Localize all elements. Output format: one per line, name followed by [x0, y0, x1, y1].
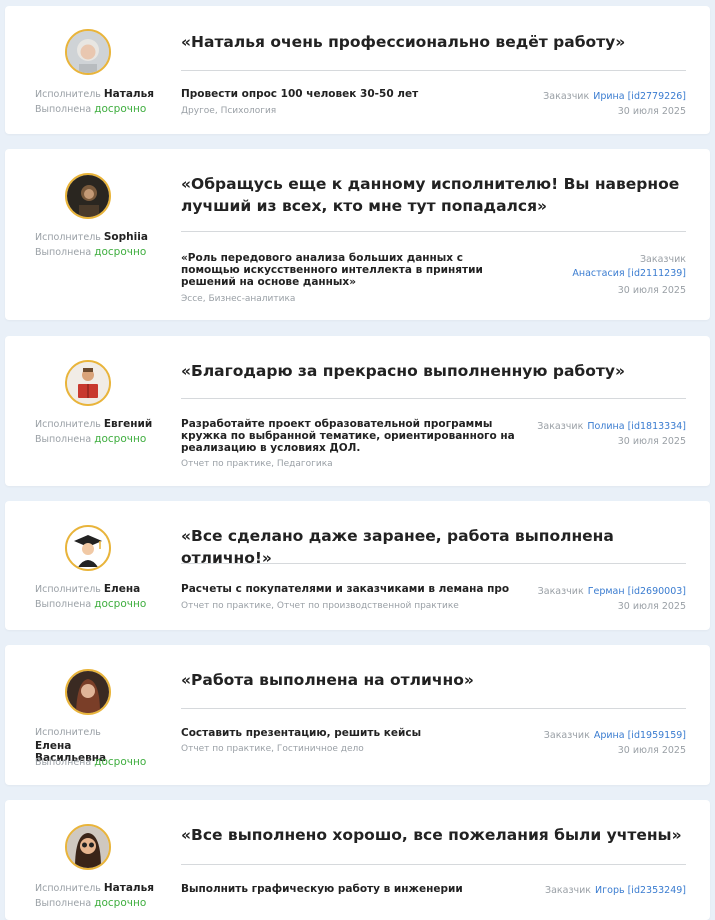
status-value: досрочно	[94, 103, 147, 115]
task-title[interactable]: Провести опрос 100 человек 30-50 лет	[181, 88, 526, 100]
executor-label: Исполнитель	[35, 232, 101, 243]
dark-portrait-icon	[67, 175, 109, 217]
status-label: Выполнена	[35, 247, 92, 258]
executor-label: Исполнитель	[35, 419, 101, 430]
customer-link[interactable]: Арина [id1959159]	[594, 730, 686, 741]
review-date: 30 июля 2025	[617, 601, 686, 612]
executor-label: Исполнитель	[35, 883, 101, 894]
avatar[interactable]	[65, 824, 111, 870]
executor-row: Исполнитель Елена	[35, 582, 145, 597]
executor-row: Исполнитель	[35, 725, 145, 740]
status-row: Выполнена досрочно	[35, 102, 147, 117]
customer-link[interactable]: Анастасия [id2111239]	[572, 267, 686, 281]
review-date: 30 июля 2025	[617, 745, 686, 756]
review-quote: «Работа выполнена на отлично»	[181, 671, 474, 689]
customer-label: Заказчик	[537, 421, 584, 432]
task-title[interactable]: Разработайте проект образовательной прог…	[181, 418, 526, 454]
status-value: досрочно	[94, 246, 147, 258]
status-row: Выполнена досрочно	[35, 896, 147, 911]
customer-row: Заказчик Полина [id1813334]	[537, 420, 686, 434]
executor-row: Исполнитель Наталья	[35, 881, 154, 896]
task-title[interactable]: Выполнить графическую работу в инженерии	[181, 883, 526, 895]
task-title[interactable]: Расчеты с покупателями и заказчиками в л…	[181, 583, 526, 595]
customer-label: Заказчик	[639, 254, 686, 265]
review-card: Исполнитель Елена Выполнена досрочно «Все …	[5, 501, 710, 630]
executor-row: Исполнитель Sophiia	[35, 230, 148, 245]
status-row: Выполнена досрочно	[35, 755, 147, 770]
review-quote: «Наталья очень профессионально ведёт раб…	[181, 33, 626, 51]
cartoon-woman-icon	[67, 826, 109, 868]
customer-link[interactable]: Ирина [id2779226]	[593, 91, 686, 102]
status-value: досрочно	[94, 897, 147, 909]
status-row: Выполнена досрочно	[35, 432, 147, 447]
executor-row: Исполнитель Наталья	[35, 87, 154, 102]
status-row: Выполнена досрочно	[35, 597, 147, 612]
task-title[interactable]: Составить презентацию, решить кейсы	[181, 727, 526, 739]
divider	[181, 398, 686, 399]
review-card: Исполнитель Sophiia Выполнена досрочно «Об…	[5, 149, 710, 320]
status-label: Выполнена	[35, 599, 92, 610]
customer-row: Заказчик Герман [id2690003]	[538, 585, 686, 599]
review-quote: «Благодарю за прекрасно выполненную рабо…	[181, 362, 625, 380]
customer-link[interactable]: Полина [id1813334]	[587, 421, 686, 432]
status-value: досрочно	[94, 433, 147, 445]
avatar[interactable]	[65, 525, 111, 571]
customer-row: Заказчик Анастасия [id2111239]	[572, 253, 686, 281]
woman-photo-icon	[67, 671, 109, 713]
executor-name[interactable]: Елена	[104, 583, 140, 595]
reviews-list: Исполнитель Наталья Выполнена досрочно «На…	[0, 0, 715, 920]
gray-hair-woman-icon	[67, 31, 109, 73]
customer-label: Заказчик	[537, 586, 584, 597]
executor-row: Исполнитель Евгений	[35, 417, 152, 432]
customer-link[interactable]: Игорь [id2353249]	[595, 885, 686, 896]
review-quote: «Обращусь еще к данному исполнителю! Вы …	[181, 175, 680, 215]
task-category: Другое, Психология	[181, 106, 277, 116]
executor-name[interactable]: Евгений	[104, 418, 152, 430]
divider	[181, 708, 686, 709]
customer-label: Заказчик	[543, 91, 590, 102]
executor-label: Исполнитель	[35, 727, 101, 738]
executor-name[interactable]: Наталья	[104, 882, 154, 894]
customer-label: Заказчик	[544, 885, 592, 896]
review-quote: «Все выполнено хорошо, все пожелания был…	[181, 826, 682, 844]
review-card: Исполнитель Евгений Выполнена досрочно «Бл…	[5, 336, 710, 486]
task-category: Отчет по практике, Отчет по производстве…	[181, 601, 459, 611]
status-label: Выполнена	[35, 898, 92, 909]
executor-label: Исполнитель	[35, 89, 101, 100]
customer-link[interactable]: Герман [id2690003]	[588, 586, 686, 597]
executor-name[interactable]: Наталья	[104, 88, 154, 100]
review-date: 30 июля 2025	[617, 106, 686, 117]
task-category: Отчет по практике, Гостиничное дело	[181, 744, 364, 754]
review-card: Исполнитель Елена Васильевна Выполнена до…	[5, 645, 710, 785]
customer-label: Заказчик	[543, 730, 590, 741]
graduate-icon	[67, 527, 109, 569]
task-category: Отчет по практике, Педагогика	[181, 459, 333, 469]
divider	[181, 563, 686, 564]
review-date: 30 июля 2025	[617, 285, 686, 296]
status-row: Выполнена досрочно	[35, 245, 147, 260]
customer-row: Заказчик Арина [id1959159]	[544, 729, 686, 743]
divider	[181, 70, 686, 71]
divider	[181, 864, 686, 865]
task-title[interactable]: «Роль передового анализа больших данных …	[181, 252, 491, 288]
status-label: Выполнена	[35, 757, 92, 768]
customer-row: Заказчик Ирина [id2779226]	[543, 90, 686, 104]
avatar[interactable]	[65, 669, 111, 715]
review-date: 30 июля 2025	[617, 436, 686, 447]
review-card: Исполнитель Наталья Выполнена досрочно «Вс…	[5, 800, 710, 920]
status-label: Выполнена	[35, 104, 92, 115]
executor-label: Исполнитель	[35, 584, 101, 595]
status-label: Выполнена	[35, 434, 92, 445]
avatar[interactable]	[65, 173, 111, 219]
task-category: Эссе, Бизнес-аналитика	[181, 294, 296, 304]
executor-name[interactable]: Sophiia	[104, 231, 148, 243]
avatar[interactable]	[65, 29, 111, 75]
reading-man-icon	[67, 362, 109, 404]
divider	[181, 231, 686, 232]
customer-row: Заказчик Игорь [id2353249]	[545, 884, 686, 898]
review-card: Исполнитель Наталья Выполнена досрочно «На…	[5, 6, 710, 134]
status-value: досрочно	[94, 598, 147, 610]
status-value: досрочно	[94, 756, 147, 768]
avatar[interactable]	[65, 360, 111, 406]
